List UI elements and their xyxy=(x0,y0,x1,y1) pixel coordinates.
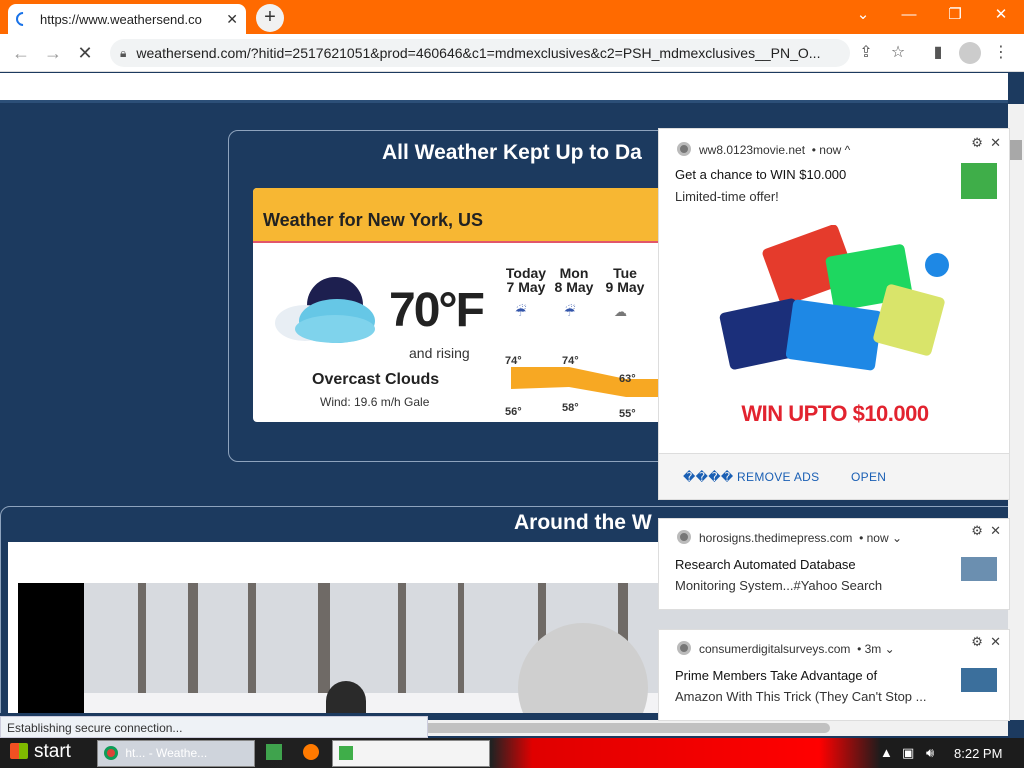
forecast-day: Tue 9 May xyxy=(600,266,650,294)
firefox-icon[interactable] xyxy=(303,744,319,760)
forecast-low: 55° xyxy=(619,408,636,420)
forecast-high: 74° xyxy=(562,355,579,367)
wind-info: Wind: 19.6 m/h Gale xyxy=(320,395,430,409)
menu-kebab-icon[interactable]: ⋮ xyxy=(990,42,1012,64)
cloudy-icon: ☁︎ xyxy=(614,304,627,319)
notification-title: Research Automated Database xyxy=(675,557,856,572)
restore-button[interactable]: ❐ xyxy=(932,2,978,30)
app-icon xyxy=(339,746,353,760)
chrome-icon xyxy=(104,746,118,760)
weather-card: Weather for New York, US 70°F and rising… xyxy=(253,188,673,422)
around-the-web-heading: Around the W xyxy=(514,511,652,534)
notification-controls[interactable]: ⚙ ✕ xyxy=(971,523,1001,539)
gift-cards-image xyxy=(719,225,949,371)
notification-thumbnail xyxy=(961,557,997,581)
prize-banner-text: WIN UPTO $10.000 xyxy=(741,401,929,426)
temperature-range-band xyxy=(511,367,673,397)
forecast-day-date: 9 May xyxy=(605,279,645,295)
overcast-cloud-icon xyxy=(275,277,375,343)
tray-expand-icon[interactable]: ▲ xyxy=(880,745,893,760)
forecast-day-name: Tue xyxy=(613,265,637,281)
push-notification-research[interactable]: horosigns.thedimepress.com • now ⌄ ⚙ ✕ R… xyxy=(658,518,1010,610)
share-icon[interactable]: ⇪ xyxy=(855,42,877,64)
chrome-icon xyxy=(677,530,691,544)
notification-actions: ���� REMOVE ADS OPEN xyxy=(659,453,1009,499)
loading-spinner-icon xyxy=(13,9,33,29)
notification-thumbnail xyxy=(961,163,997,199)
forecast-day: Today 7 May xyxy=(501,266,551,294)
forecast-high: 63° xyxy=(619,373,636,385)
taskbar-chrome-window[interactable]: ht... - Weathe... xyxy=(97,740,255,767)
stop-loading-icon[interactable]: ✕ xyxy=(72,40,98,66)
notification-title: Get a chance to WIN $10.000 xyxy=(675,167,847,182)
close-window-button[interactable]: ✕ xyxy=(978,2,1024,30)
site-header-strip xyxy=(0,73,1008,103)
taskbar-clock[interactable]: 8:22 PM xyxy=(954,746,1002,761)
tab-search-button[interactable]: ⌄ xyxy=(840,2,886,30)
push-notification-amazon[interactable]: consumerdigitalsurveys.com • 3m ⌄ ⚙ ✕ Pr… xyxy=(658,629,1010,721)
forecast-day-name: Mon xyxy=(559,265,589,281)
volume-icon[interactable]: 🔊︎ xyxy=(926,745,934,761)
forward-arrow-icon[interactable]: → xyxy=(40,40,66,66)
start-button[interactable]: start xyxy=(0,738,92,768)
file-explorer-icon[interactable] xyxy=(266,744,282,760)
forecast-day-date: 8 May xyxy=(554,279,594,295)
notification-body: Amazon With This Trick (They Can't Stop … xyxy=(675,689,927,704)
tab-close-button[interactable]: ✕ xyxy=(226,11,238,28)
taskbar-window-2[interactable] xyxy=(332,740,490,767)
network-icon[interactable]: ▣ xyxy=(902,745,914,761)
chrome-icon xyxy=(677,641,691,655)
forecast-day: Mon 8 May xyxy=(549,266,599,294)
temperature-trend: and rising xyxy=(409,345,470,361)
back-arrow-icon[interactable]: ← xyxy=(8,40,34,66)
notification-source: horosigns.thedimepress.com • now ⌄ xyxy=(699,531,903,545)
profile-avatar-icon[interactable] xyxy=(959,42,981,64)
status-bar: Establishing secure connection... xyxy=(0,716,428,738)
tab-title: https://www.weathersend.co xyxy=(40,11,202,27)
weather-condition: Overcast Clouds xyxy=(312,371,440,388)
chrome-icon xyxy=(677,142,691,156)
vertical-scrollbar-thumb[interactable] xyxy=(1010,140,1022,160)
side-panel-icon[interactable]: ▮ xyxy=(927,42,949,64)
forecast-low: 58° xyxy=(562,402,579,414)
notification-controls[interactable]: ⚙ ✕ xyxy=(971,634,1001,650)
notification-source: consumerdigitalsurveys.com • 3m ⌄ xyxy=(699,642,895,656)
notification-title: Prime Members Take Advantage of xyxy=(675,668,878,683)
forecast-low: 56° xyxy=(505,406,522,418)
browser-tab[interactable]: https://www.weathersend.co ✕ xyxy=(8,4,246,34)
forecast-high: 74° xyxy=(505,355,522,367)
forecast-day-date: 7 May xyxy=(506,279,546,295)
rain-icon: ☔︎ xyxy=(564,304,576,319)
windows-flag-icon xyxy=(10,743,28,759)
bookmark-star-icon[interactable]: ☆ xyxy=(887,42,909,64)
lock-icon: 🔒︎ xyxy=(120,45,127,60)
push-notification-prize[interactable]: ww8.0123movie.net • now ^ ⚙ ✕ Get a chan… xyxy=(658,128,1010,500)
current-temperature: 70°F xyxy=(389,284,485,337)
open-button[interactable]: OPEN xyxy=(851,470,886,484)
remove-ads-button[interactable]: ���� REMOVE ADS xyxy=(683,470,819,484)
rain-icon: ☔︎ xyxy=(515,304,527,319)
notification-body: Limited-time offer! xyxy=(675,189,779,204)
notification-body: Monitoring System...#Yahoo Search xyxy=(675,578,883,593)
weather-card-title: Weather for New York, US xyxy=(253,188,673,243)
notification-thumbnail xyxy=(961,668,997,692)
notification-controls[interactable]: ⚙ ✕ xyxy=(971,135,1001,151)
minimize-button[interactable]: — xyxy=(886,2,932,30)
url-bar[interactable]: 🔒︎ weathersend.com/?hitid=2517621051&pro… xyxy=(110,39,850,67)
new-tab-button[interactable]: + xyxy=(256,4,284,32)
forecast-day-name: Today xyxy=(505,265,547,281)
notification-source: ww8.0123movie.net • now ^ xyxy=(699,143,851,157)
url-text: weathersend.com/?hitid=2517621051&prod=4… xyxy=(136,45,821,61)
